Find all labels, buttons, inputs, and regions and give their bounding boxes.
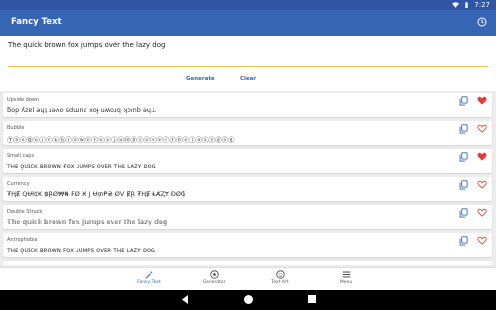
style-name: Currency	[7, 181, 30, 187]
home-icon[interactable]	[243, 294, 254, 305]
nav-label: Menu	[339, 280, 353, 285]
result-card[interactable]: Small caps ᴛʜᴇ ǫᴜɪᴄᴋ ʙʀᴏᴡɴ ғᴏx ᴊᴜᴍᴘs ᴏᴠᴇ…	[3, 149, 492, 173]
style-name: Upside down	[7, 97, 40, 103]
battery-icon	[465, 2, 468, 8]
style-text: ₮ⱧɆ QɄł₵₭ ฿ⱤØ₩₦ ₣Ø Ӿ J Ʉ₥₱₴ ØV ɆⱤ ₮ⱧɆ ⱠȺ…	[7, 190, 186, 198]
nav-menu[interactable]: Menu	[316, 269, 376, 285]
nav-text-art[interactable]: Text Art	[250, 269, 310, 285]
copy-icon[interactable]	[459, 96, 468, 106]
result-card[interactable]: Upside down ƃop ʎzɐl ǝɥʇ ɹǝʌo sdɯnɾ xoɟ …	[3, 93, 492, 117]
clear-button[interactable]: Clear	[240, 76, 256, 82]
result-card[interactable]: Bubble ⓉⓗⓔⓆⓤⓘⓒⓚⓑⓡⓞⓦⓝⓕⓞⓧⓙⓤⓜⓟⓢⓞⓥⓔⓡⓣⓗⓔⓛⓐⓩⓨⓓ…	[3, 121, 492, 145]
system-nav-bar	[0, 290, 496, 310]
wifi-icon	[452, 2, 460, 8]
smiley-icon	[275, 270, 285, 279]
heart-filled-icon[interactable]	[477, 96, 487, 105]
text-input[interactable]: The quick brown fox jumps over the lazy …	[8, 41, 165, 49]
history-icon[interactable]	[476, 16, 488, 28]
heart-outline-icon[interactable]	[477, 208, 487, 217]
generator-icon	[209, 270, 219, 279]
style-text: ƃop ʎzɐl ǝɥʇ ɹǝʌo sdɯnɾ xoɟ uʍoɹq ʞɔınb …	[7, 106, 157, 114]
result-card[interactable]: Currency ₮ⱧɆ QɄł₵₭ ฿ⱤØ₩₦ ₣Ø Ӿ J Ʉ₥₱₴ ØV …	[3, 177, 492, 201]
magic-wand-icon	[145, 270, 153, 279]
results-list: Upside down ƃop ʎzɐl ǝɥʇ ɹǝʌo sdɯnɾ xoɟ …	[0, 92, 496, 265]
style-text: ᴛʜᴇ ǫᴜɪᴄᴋ ʙʀᴏᴡɴ ꜰᴏx ᴊᴜᴍᴘꜱ ᴏᴠᴇʀ ᴛʜᴇ ʟᴀᴢʏ …	[7, 246, 156, 254]
result-card[interactable]	[3, 261, 492, 265]
back-icon[interactable]	[180, 294, 190, 305]
copy-icon[interactable]	[459, 124, 468, 134]
result-card[interactable]: Antrophobia ᴛʜᴇ ǫᴜɪᴄᴋ ʙʀᴏᴡɴ ꜰᴏx ᴊᴜᴍᴘꜱ ᴏᴠ…	[3, 233, 492, 257]
style-text: ᴛʜᴇ ǫᴜɪᴄᴋ ʙʀᴏᴡɴ ғᴏx ᴊᴜᴍᴘs ᴏᴠᴇʀ ᴛʜᴇ ʟᴀᴢʏ …	[7, 162, 156, 170]
status-time: 7:27	[474, 1, 490, 9]
heart-outline-icon[interactable]	[477, 180, 487, 189]
generate-button[interactable]: Generate	[186, 76, 215, 82]
bottom-nav: Fancy Text Generator Text Art Menu	[0, 267, 496, 290]
heart-outline-icon[interactable]	[477, 236, 487, 245]
status-bar: 7:27	[0, 0, 496, 10]
copy-icon[interactable]	[459, 152, 468, 162]
style-name: Small caps	[7, 153, 35, 159]
heart-outline-icon[interactable]	[477, 124, 487, 133]
recents-icon[interactable]	[307, 294, 317, 304]
app-title: Fancy Text	[11, 17, 62, 27]
menu-icon	[342, 271, 350, 278]
style-text: ⓉⓗⓔⓆⓤⓘⓒⓚⓑⓡⓞⓦⓝⓕⓞⓧⓙⓤⓜⓟⓢⓞⓥⓔⓡⓣⓗⓔⓛⓐⓩⓨⓓⓞⓖ	[7, 136, 235, 144]
nav-label: Fancy Text	[137, 280, 161, 285]
result-card[interactable]: Double Struck 𝕋𝕙𝕖 𝕢𝕦𝕚𝕔𝕜 𝕓𝕣𝕠𝕨𝕟 𝕗𝕠𝕩 𝕛𝕦𝕞𝕡𝕤 …	[3, 205, 492, 229]
copy-icon[interactable]	[459, 180, 468, 190]
nav-label: Text Art	[271, 280, 289, 285]
heart-filled-icon[interactable]	[477, 152, 487, 161]
nav-label: Generator	[202, 280, 226, 285]
copy-icon[interactable]	[459, 208, 468, 218]
style-text: 𝕋𝕙𝕖 𝕢𝕦𝕚𝕔𝕜 𝕓𝕣𝕠𝕨𝕟 𝕗𝕠𝕩 𝕛𝕦𝕞𝕡𝕤 𝕠𝕧𝕖𝕣 𝕥𝕙𝕖 𝕝𝕒𝕫𝕪 …	[7, 218, 168, 226]
style-name: Bubble	[7, 125, 25, 131]
nav-fancy-text[interactable]: Fancy Text	[119, 269, 179, 285]
style-name: Double Struck	[7, 209, 43, 215]
nav-generator[interactable]: Generator	[184, 269, 244, 285]
action-row: Generate Clear	[0, 76, 496, 90]
input-underline	[8, 66, 488, 67]
app-bar: Fancy Text	[0, 10, 496, 36]
copy-icon[interactable]	[459, 236, 468, 246]
style-name: Antrophobia	[7, 237, 38, 243]
